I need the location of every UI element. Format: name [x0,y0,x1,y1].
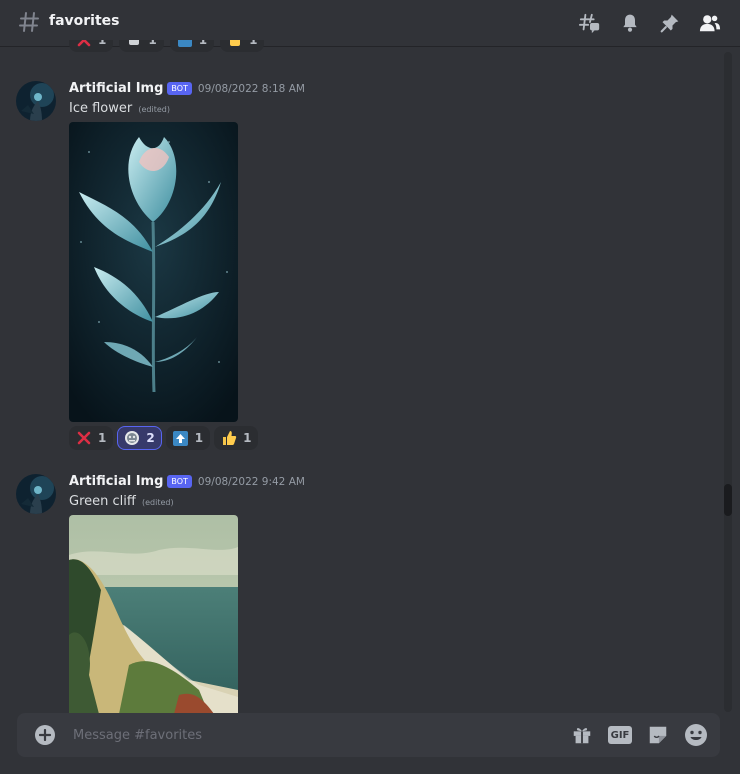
add-attachment-icon[interactable] [35,725,55,745]
threads-icon[interactable] [578,11,602,35]
message: Artificial Img BOT 09/08/2022 8:18 AM Ic… [0,81,720,451]
reaction-up-arrow[interactable]: 1 [169,40,215,52]
up-arrow-icon [177,40,193,48]
message: Artificial Img BOT 09/08/2022 9:42 AM Gr… [0,474,720,714]
reaction-cross[interactable]: 1 [69,40,114,52]
scrollbar-thumb[interactable] [724,484,732,516]
reaction-count: 1 [198,40,208,47]
reaction-count: 1 [243,431,252,445]
reaction-count: 1 [249,40,258,47]
gift-icon[interactable] [570,723,594,747]
ice-flower-image[interactable] [69,122,238,422]
gif-icon[interactable]: GIF [608,723,632,747]
author-name[interactable]: Artificial Img [69,81,163,96]
up-arrow-icon [173,430,189,446]
reaction-count: 1 [194,431,204,445]
reaction-robot[interactable]: 1 [119,40,164,52]
bot-tag: BOT [167,475,192,488]
message-content: Ice flower (edited) [69,101,170,116]
reaction-count: 1 [98,40,107,47]
avatar[interactable] [16,474,56,514]
scrollbar-track[interactable] [724,52,732,712]
thumbs-up-icon [227,40,243,48]
message-content: Green cliff (edited) [69,494,174,509]
avatar[interactable] [16,81,56,121]
reaction-count: 1 [98,431,107,445]
emoji-icon[interactable] [684,723,708,747]
edited-label: (edited) [138,105,170,114]
green-cliff-image[interactable] [69,515,238,714]
previous-message-reactions: 1 1 1 1 [69,40,265,52]
robot-icon [124,430,140,446]
reactions-bar: 1 2 1 1 [69,426,259,450]
reaction-cross[interactable]: 1 [69,426,114,450]
bot-tag: BOT [167,82,192,95]
timestamp: 09/08/2022 8:18 AM [197,82,305,95]
message-text: Green cliff [69,494,136,509]
member-list-icon[interactable] [698,11,722,35]
gif-label: GIF [608,726,632,744]
cross-mark-icon [76,430,92,446]
message-input[interactable] [73,725,513,745]
reaction-thumbs-up[interactable]: 1 [220,40,265,52]
timestamp: 09/08/2022 9:42 AM [197,475,305,488]
reaction-up-arrow[interactable]: 1 [165,426,211,450]
message-text: Ice flower [69,101,133,116]
message-composer: GIF [17,713,720,757]
reaction-count: 1 [148,40,157,47]
robot-icon [126,40,142,48]
reaction-count: 2 [146,431,155,445]
notification-bell-icon[interactable] [618,11,642,35]
author-name[interactable]: Artificial Img [69,474,163,489]
reaction-thumbs-up[interactable]: 1 [214,426,259,450]
sticker-icon[interactable] [646,723,670,747]
hashtag-icon [17,10,41,34]
thumbs-up-icon [221,430,237,446]
edited-label: (edited) [141,498,174,507]
reaction-robot[interactable]: 2 [117,426,162,450]
pin-icon[interactable] [658,11,682,35]
cross-mark-icon [76,40,92,48]
channel-name: favorites [49,13,120,29]
